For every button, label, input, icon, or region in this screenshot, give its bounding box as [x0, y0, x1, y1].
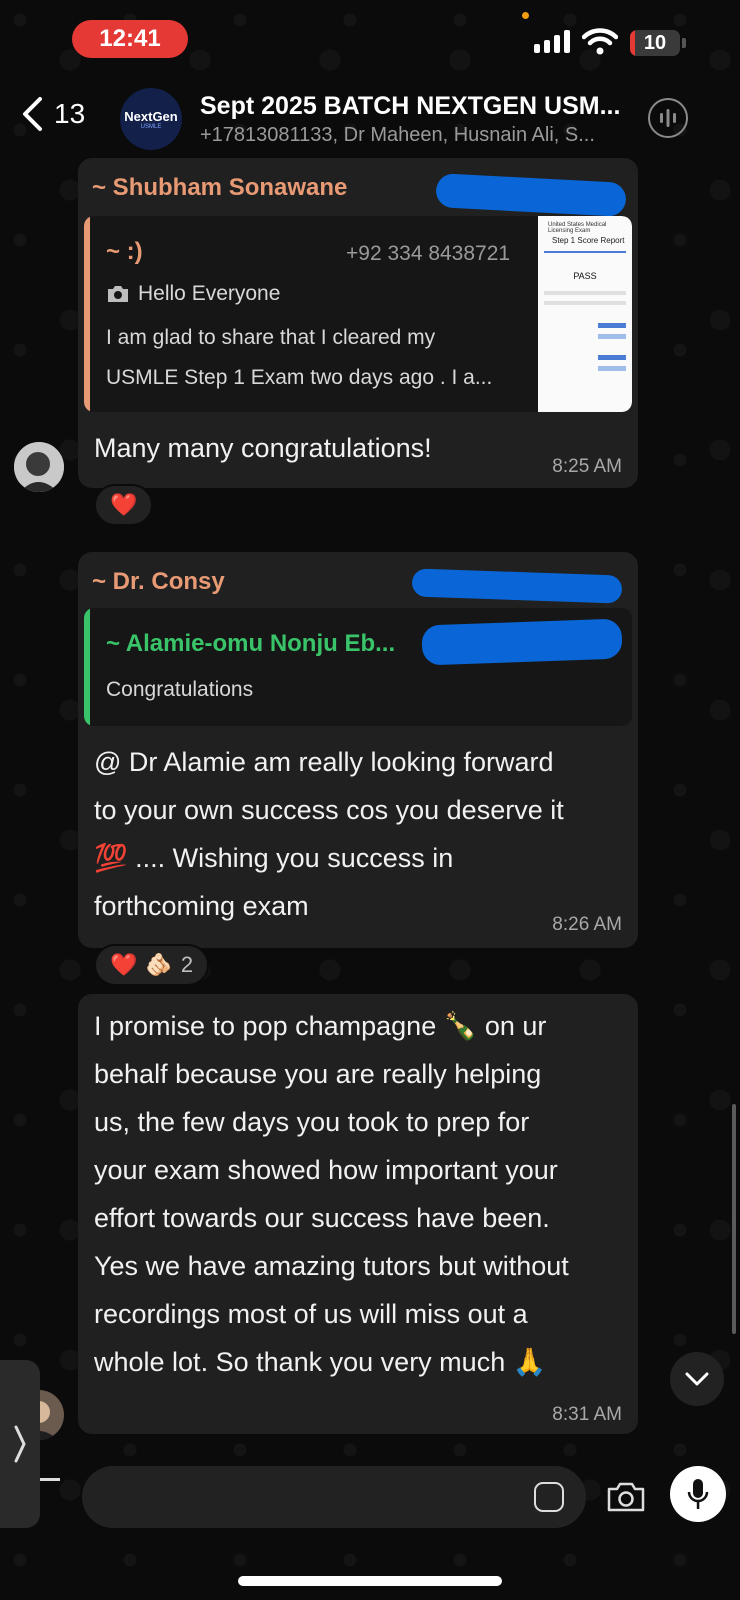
sticker-icon[interactable]	[534, 1482, 564, 1512]
group-avatar[interactable]: NextGen USMLE	[120, 88, 182, 150]
thumbnail-divider	[544, 251, 626, 253]
quote-author: ~ :)	[106, 238, 143, 265]
message-text-line: forthcoming exam	[94, 891, 309, 921]
audio-waves-icon	[660, 109, 676, 127]
quote-line: Hello Everyone	[138, 282, 281, 305]
reaction-emoji: ❤️	[110, 492, 138, 517]
battery-icon: 10	[630, 30, 680, 56]
message-time: 8:25 AM	[552, 456, 622, 477]
battery-tip	[682, 38, 686, 48]
quote-phone: +92 334 8438721	[346, 242, 511, 265]
camera-icon[interactable]	[606, 1480, 646, 1514]
redacted-phone	[421, 618, 623, 666]
microphone-button[interactable]	[670, 1466, 726, 1522]
message-text-line: recordings most of us will miss out a	[94, 1299, 528, 1329]
scroll-to-bottom-button[interactable]	[670, 1352, 724, 1406]
back-button[interactable]: 13	[20, 96, 85, 132]
message-sender[interactable]: ~ Shubham Sonawane	[92, 174, 347, 202]
quote-line: I am glad to share that I cleared my	[106, 326, 436, 349]
camera-icon	[108, 286, 128, 302]
thumbnail-row	[544, 301, 626, 305]
thumbnail-bar	[598, 323, 626, 328]
status-time: 12:41	[72, 20, 188, 58]
quote-bar	[84, 608, 90, 726]
message-text-line: us, the few days you took to prep for	[94, 1107, 530, 1137]
unread-count: 13	[54, 98, 86, 129]
message-time: 8:26 AM	[552, 914, 622, 935]
message-text-line: effort towards our success have been.	[94, 1203, 550, 1233]
privacy-indicator-dot	[522, 12, 529, 19]
thumbnail-subtitle: Step 1 Score Report	[552, 236, 625, 245]
chevron-left-icon	[23, 97, 42, 131]
wifi-icon	[582, 28, 618, 55]
sender-avatar[interactable]	[14, 442, 64, 492]
thumbnail-bar	[598, 366, 626, 371]
message-text-line: I promise to pop champagne 🍾 on ur	[94, 1011, 547, 1041]
chevron-down-icon	[685, 1372, 709, 1386]
quoted-message[interactable]: ~ Alamie-omu Nonju Eb... Congratulations	[84, 608, 632, 726]
quote-bar	[84, 216, 90, 412]
status-bar: 12:41 10	[0, 0, 740, 80]
microphone-icon	[687, 1479, 709, 1509]
thumbnail-bar	[598, 334, 626, 339]
message-text: Many many congratulations!	[94, 433, 432, 463]
reaction-pill[interactable]: ❤️	[94, 484, 154, 526]
quote-line: USMLE Step 1 Exam two days ago . I a...	[106, 366, 493, 389]
group-avatar-sub: USMLE	[140, 123, 162, 130]
redacted-phone	[435, 173, 627, 217]
battery-level: 10	[643, 31, 667, 54]
group-avatar-brand: NextGen	[124, 108, 178, 124]
thumbnail-bar	[598, 355, 626, 360]
message-sender[interactable]: ~ Dr. Consy	[92, 568, 225, 596]
quoted-message[interactable]: ~ :) +92 334 8438721 Hello Everyone I am…	[84, 216, 632, 412]
message-text-line: your exam showed how important your	[94, 1155, 558, 1185]
scrollbar-thumb[interactable]	[732, 1104, 736, 1334]
home-indicator	[238, 1576, 502, 1586]
quote-text: Congratulations	[106, 678, 254, 701]
message-text-line: whole lot. So thank you very much 🙏	[94, 1347, 547, 1377]
message-text-line: @ Dr Alamie am really looking forward	[94, 747, 554, 777]
message-bubble[interactable]: I promise to pop champagne 🍾 on ur behal…	[78, 994, 638, 1434]
thumbnail-result: PASS	[573, 271, 597, 281]
thumbnail-row	[544, 291, 626, 295]
reaction-count: 2	[180, 952, 194, 977]
side-panel-handle[interactable]	[0, 1360, 40, 1528]
thumbnail-title: United States Medical Licensing Exam	[548, 222, 607, 234]
reaction-emoji: ❤️	[110, 952, 138, 977]
redacted-phone	[411, 568, 623, 604]
message-input[interactable]	[82, 1466, 586, 1528]
reaction-pill[interactable]: ❤️ 🫵🏻 2	[94, 944, 210, 986]
reaction-emoji: 🫵🏻	[145, 952, 173, 977]
chat-header: 13 NextGen USMLE Sept 2025 BATCH NEXTGEN…	[0, 80, 740, 160]
quote-author: ~ Alamie-omu Nonju Eb...	[106, 630, 396, 657]
message-text-line: Yes we have amazing tutors but without	[94, 1251, 569, 1281]
message-text-line: behalf because you are really helping	[94, 1059, 542, 1089]
attach-plus-icon[interactable]	[40, 1478, 60, 1481]
cellular-signal-icon	[534, 30, 570, 53]
message-text-line: 💯 .... Wishing you success in	[94, 843, 454, 873]
message-time: 8:31 AM	[552, 1404, 622, 1425]
group-members[interactable]: +17813081133, Dr Maheen, Husnain Ali, S.…	[200, 124, 630, 147]
message-bubble[interactable]: ~ Shubham Sonawane ~ :) +92 334 8438721 …	[78, 158, 638, 488]
group-title[interactable]: Sept 2025 BATCH NEXTGEN USM...	[200, 92, 630, 121]
chevron-right-icon	[14, 1425, 26, 1463]
message-text-line: to your own success cos you deserve it	[94, 795, 564, 825]
score-report-thumbnail[interactable]: United States Medical Licensing Exam Ste…	[538, 216, 632, 412]
person-photo-icon	[14, 442, 64, 492]
message-bubble[interactable]: ~ Dr. Consy ~ Alamie-omu Nonju Eb... Con…	[78, 552, 638, 948]
voice-chat-button[interactable]	[648, 98, 688, 138]
